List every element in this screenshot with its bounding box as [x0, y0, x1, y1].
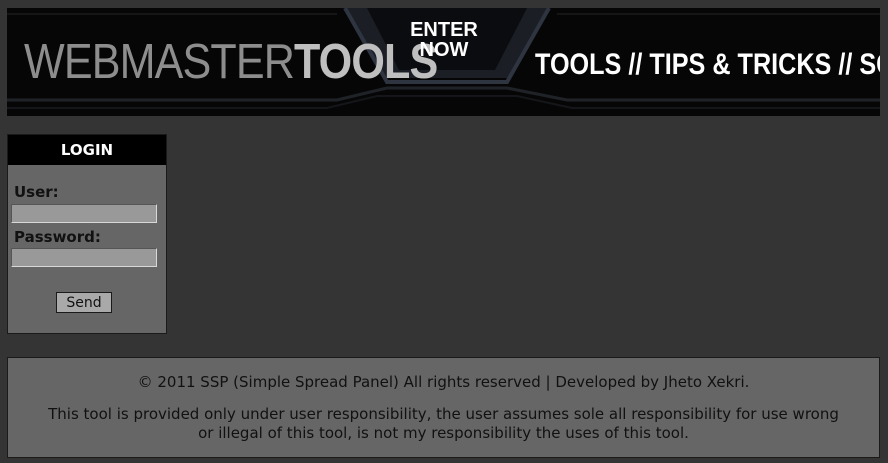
brand-logo: WEBMASTERTOOLS	[24, 35, 438, 89]
copyright-text: © 2011 SSP (Simple Spread Panel) All rig…	[137, 373, 750, 391]
user-label: User:	[14, 183, 59, 201]
banner-ad[interactable]: WEBMASTERTOOLS ENTER NOW TOOLS // TIPS &…	[7, 8, 880, 116]
user-input[interactable]	[11, 204, 157, 223]
footer: © 2011 SSP (Simple Spread Panel) All rig…	[7, 357, 880, 458]
send-button[interactable]: Send	[56, 292, 112, 313]
brand-light: WEBMASTER	[24, 35, 295, 89]
enter-line-1: ENTER	[410, 19, 478, 41]
password-input[interactable]	[11, 248, 157, 267]
banner-tagline: TOOLS // TIPS & TRICKS // SCRIPTS	[535, 48, 880, 81]
password-label: Password:	[14, 228, 101, 246]
disclaimer-text: This tool is provided only under user re…	[48, 405, 839, 442]
login-title: LOGIN	[8, 135, 166, 165]
enter-line-2: NOW	[419, 39, 469, 61]
login-panel: LOGIN User: Password: Send	[7, 134, 167, 334]
enter-now-button[interactable]: ENTER NOW	[402, 20, 486, 60]
